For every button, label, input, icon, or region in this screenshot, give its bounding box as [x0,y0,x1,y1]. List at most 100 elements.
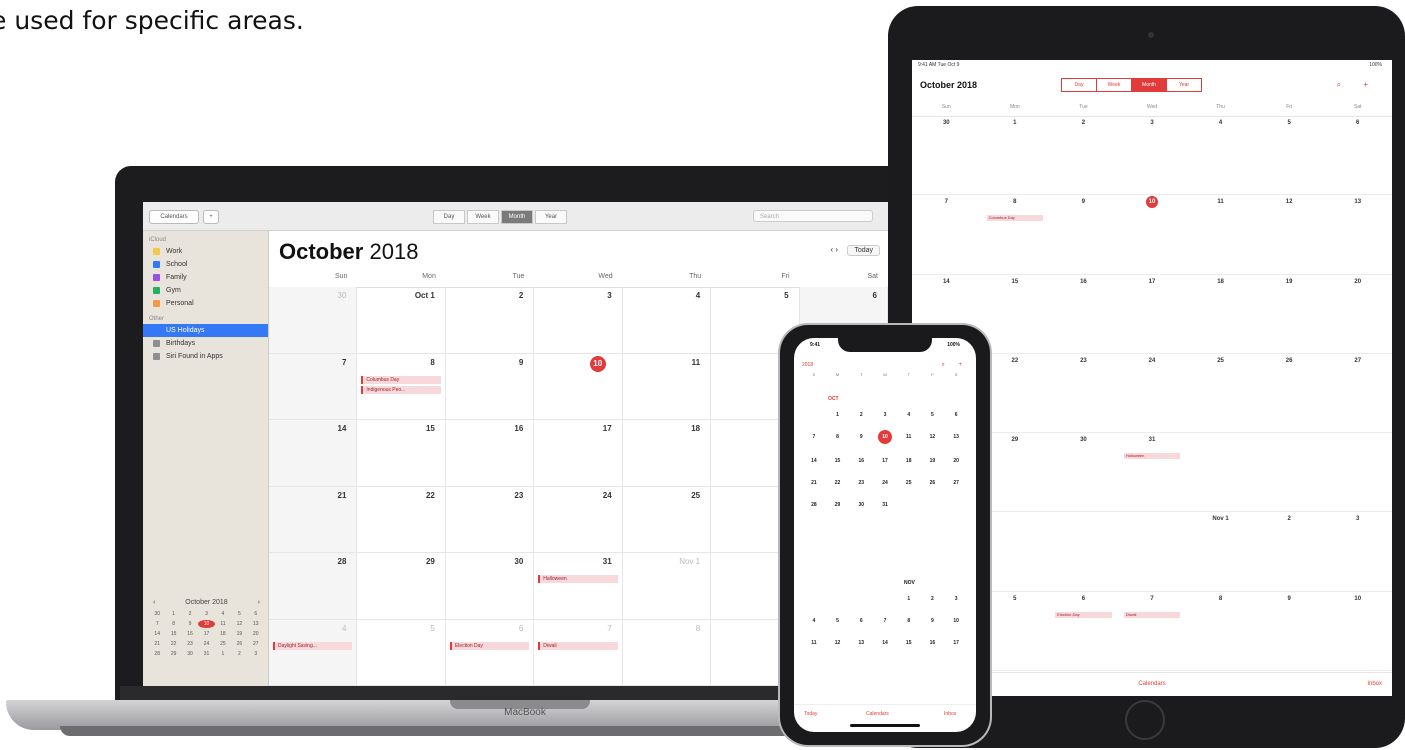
ipad-day-cell[interactable]: 5 [1254,116,1324,196]
calendar-checkbox[interactable] [153,248,160,255]
day-cell[interactable]: 25 [622,486,712,553]
mini-day[interactable]: 5 [231,610,247,618]
mini-day[interactable]: 20 [248,630,264,638]
iphone-day[interactable]: 12 [826,638,850,648]
iphone-day[interactable]: 12 [921,432,945,442]
sidebar-item-siri-found-in-apps[interactable]: Siri Found in Apps [143,350,268,363]
ipad-day-cell[interactable]: 24 [1117,354,1187,434]
calendar-checkbox[interactable] [153,340,160,347]
iphone-day[interactable]: 16 [921,638,945,648]
ipad-segment-month[interactable]: Month [1131,78,1167,92]
mini-day[interactable]: 15 [165,630,181,638]
mini-day[interactable]: 13 [248,620,264,628]
ipad-day-cell[interactable] [1117,512,1187,592]
iphone-day[interactable]: 16 [849,456,873,466]
iphone-day[interactable]: 3 [873,410,897,420]
calendar-checkbox[interactable] [153,274,160,281]
ipad-event-pill[interactable]: Diwali [1123,611,1181,618]
iphone-day[interactable]: 13 [849,638,873,648]
iphone-day[interactable]: 14 [873,638,897,648]
mini-day[interactable]: 10 [198,620,215,628]
iphone-day[interactable]: 4 [897,410,921,420]
day-cell[interactable]: 31 Halloween [534,553,623,620]
ipad-day-cell[interactable]: 6 Election Day [1049,592,1118,671]
mini-day[interactable]: 8 [165,620,181,628]
iphone-day[interactable] [944,500,968,510]
mini-day[interactable]: 6 [248,610,264,618]
segment-year[interactable]: Year [535,210,567,224]
iphone-day[interactable]: 22 [826,478,850,488]
ipad-day-cell[interactable]: 22 [980,354,1050,434]
ipad-day-cell[interactable]: 3 [1117,116,1187,196]
iphone-day[interactable]: 15 [897,638,921,648]
mini-next-button[interactable]: › [258,599,260,606]
ipad-day-cell[interactable]: 3 [1323,512,1392,592]
iphone-day[interactable]: 4 [802,616,826,626]
iphone-day[interactable]: 6 [849,616,873,626]
ipad-day-cell[interactable] [1049,512,1118,592]
segment-day[interactable]: Day [433,210,465,224]
sidebar-item-school[interactable]: School [143,258,268,271]
day-cell[interactable]: 30 [269,287,358,354]
day-cell[interactable]: 11 [622,353,712,420]
iphone-day[interactable]: 26 [921,478,945,488]
ipad-day-cell[interactable] [980,512,1050,592]
calendar-checkbox[interactable] [153,287,160,294]
sidebar-item-work[interactable]: Work [143,245,268,258]
iphone-day[interactable]: 2 [921,594,945,604]
iphone-day[interactable]: 8 [826,432,850,442]
iphone-day[interactable]: 21 [802,478,826,488]
sidebar-item-birthdays[interactable]: Birthdays [143,337,268,350]
iphone-day[interactable] [802,410,826,420]
day-cell[interactable]: 8 [622,619,712,686]
iphone-day[interactable] [849,594,873,604]
iphone-day[interactable]: 9 [921,616,945,626]
iphone-day[interactable]: 8 [897,616,921,626]
mini-day[interactable]: 2 [231,650,247,658]
day-cell[interactable]: 30 [445,553,535,620]
ipad-event-pill[interactable]: Columbus Day [986,215,1044,222]
ipad-day-cell[interactable]: 25 [1186,354,1255,434]
iphone-day[interactable]: 25 [897,478,921,488]
ipad-day-cell[interactable]: 9 [1049,195,1118,275]
mini-day[interactable]: 26 [231,640,247,648]
ipad-day-cell[interactable]: 29 [980,433,1050,513]
iphone-day[interactable]: 5 [826,616,850,626]
mini-day[interactable]: 30 [149,610,165,618]
sidebar-item-family[interactable]: Family [143,271,268,284]
ipad-day-cell[interactable] [1186,433,1255,513]
ipad-day-cell[interactable]: 5 [980,592,1050,671]
month-nav-arrows[interactable]: ‹ › [830,245,838,254]
sidebar-item-us-holidays[interactable]: US Holidays [143,324,268,337]
ipad-segment-year[interactable]: Year [1166,78,1202,92]
ipad-day-cell[interactable]: 23 [1049,354,1118,434]
mini-day[interactable]: 23 [182,640,198,648]
iphone-day[interactable]: 10 [877,430,892,444]
ipad-day-cell[interactable]: 19 [1254,275,1324,354]
ipad-toolbar-icons[interactable]: ⌕ + [1337,80,1378,90]
ipad-day-cell[interactable]: 26 [1254,354,1324,434]
day-cell[interactable]: 9 [445,353,535,420]
ipad-day-cell[interactable]: 8 Columbus Day [980,195,1050,275]
ipad-day-cell[interactable]: 10 [1117,195,1187,275]
mini-day[interactable]: 3 [248,650,264,658]
iphone-back-button[interactable]: 2018 [802,362,813,368]
mini-day[interactable]: 27 [248,640,264,648]
segment-month[interactable]: Month [501,210,533,224]
day-cell[interactable]: 18 [622,420,712,487]
mini-day[interactable]: 9 [182,620,198,628]
event-pill[interactable]: Election Day [449,641,530,650]
ipad-day-cell[interactable]: 7 Diwali [1117,592,1187,671]
iphone-tab-today[interactable]: Today [804,711,817,717]
mini-day[interactable]: 16 [182,630,198,638]
calendar-checkbox[interactable] [153,261,160,268]
iphone-day[interactable]: 7 [802,432,826,442]
mini-day[interactable]: 11 [215,620,231,628]
mini-day[interactable]: 1 [165,610,181,618]
day-cell[interactable]: 22 [357,486,446,553]
mini-day[interactable]: 22 [165,640,181,648]
iphone-toolbar-icons[interactable]: ⌕ + [941,362,968,369]
add-event-button[interactable]: + [203,210,219,224]
iphone-day[interactable]: 7 [873,616,897,626]
day-cell[interactable]: 2 [445,287,535,354]
